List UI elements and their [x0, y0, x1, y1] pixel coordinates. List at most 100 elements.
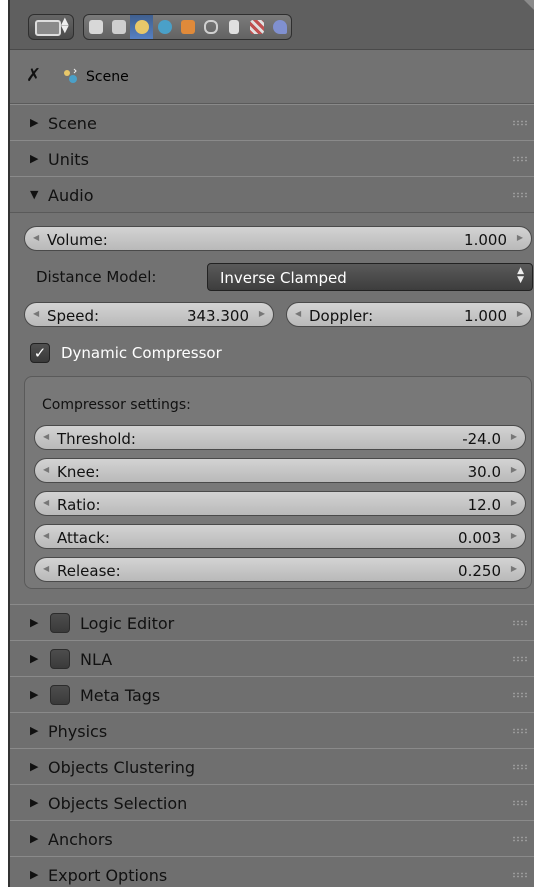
- dropdown-value: Inverse Clamped: [220, 269, 347, 287]
- context-tabs: [83, 14, 292, 40]
- pin-icon[interactable]: ✗: [26, 66, 46, 86]
- dynamic-compressor-checkbox[interactable]: ✓: [30, 343, 50, 363]
- decrement-arrow-icon[interactable]: ◀: [33, 309, 39, 318]
- drag-grip-icon[interactable]: [512, 692, 528, 698]
- speed-field[interactable]: ◀ Speed: 343.300 ▶: [24, 302, 274, 327]
- field-label: Attack:: [57, 529, 110, 547]
- decrement-arrow-icon[interactable]: ◀: [43, 498, 49, 507]
- panel-logic-editor[interactable]: ▶ Logic Editor: [10, 604, 534, 641]
- attack-field[interactable]: ◀ Attack: 0.003 ▶: [34, 524, 526, 549]
- panel-scene[interactable]: ▶ Scene: [10, 104, 534, 141]
- field-label: Ratio:: [57, 496, 101, 514]
- tab-render-layers[interactable]: [107, 15, 130, 39]
- tab-speaker[interactable]: [222, 15, 245, 39]
- increment-arrow-icon[interactable]: ▶: [511, 498, 517, 507]
- drag-grip-icon[interactable]: [512, 192, 528, 198]
- constraints-icon: [203, 20, 218, 34]
- panel-meta-tags[interactable]: ▶ Meta Tags: [10, 676, 534, 713]
- increment-arrow-icon[interactable]: ▶: [517, 233, 523, 242]
- increment-arrow-icon[interactable]: ▶: [511, 531, 517, 540]
- tab-constraints[interactable]: [199, 15, 222, 39]
- release-field[interactable]: ◀ Release: 0.250 ▶: [34, 557, 526, 582]
- panel-units[interactable]: ▶ Units: [10, 140, 534, 177]
- decrement-arrow-icon[interactable]: ◀: [43, 465, 49, 474]
- increment-arrow-icon[interactable]: ▶: [511, 564, 517, 573]
- decrement-arrow-icon[interactable]: ◀: [43, 564, 49, 573]
- increment-arrow-icon[interactable]: ▶: [517, 309, 523, 318]
- panel-label: Physics: [48, 722, 108, 741]
- context-path: ✗ Scene: [10, 50, 534, 104]
- tab-render[interactable]: [84, 15, 107, 39]
- panel-export-options[interactable]: ▶ Export Options: [10, 856, 534, 887]
- brush-icon: [272, 20, 287, 34]
- field-label: Knee:: [57, 463, 100, 481]
- volume-field[interactable]: ◀ Volume: 1.000 ▶: [24, 226, 532, 251]
- collapse-triangle-icon: ▶: [30, 688, 39, 701]
- threshold-field[interactable]: ◀ Threshold: -24.0 ▶: [34, 425, 526, 450]
- updown-arrows-icon: ▲ ▼: [61, 16, 69, 35]
- field-value: 12.0: [467, 496, 501, 514]
- expand-triangle-icon: ▼: [30, 188, 39, 201]
- knee-field[interactable]: ◀ Knee: 30.0 ▶: [34, 458, 526, 483]
- drag-grip-icon[interactable]: [512, 156, 528, 162]
- distance-model-dropdown[interactable]: Inverse Clamped ▲ ▼: [207, 263, 533, 291]
- render-icon: [88, 20, 103, 34]
- field-value: 30.0: [467, 463, 501, 481]
- collapse-triangle-icon: ▶: [30, 724, 39, 737]
- collapse-triangle-icon: ▶: [30, 616, 39, 629]
- panel-audio[interactable]: ▼ Audio: [10, 176, 534, 213]
- drag-grip-icon[interactable]: [512, 656, 528, 662]
- panel-objects-clustering[interactable]: ▶ Objects Clustering: [10, 748, 534, 785]
- panel-objects-selection[interactable]: ▶ Objects Selection: [10, 784, 534, 821]
- drag-grip-icon[interactable]: [512, 120, 528, 126]
- decrement-arrow-icon[interactable]: ◀: [43, 432, 49, 441]
- speaker-icon: [228, 20, 239, 34]
- distance-model-label: Distance Model:: [36, 268, 157, 286]
- tab-object[interactable]: [176, 15, 199, 39]
- panel-enable-checkbox[interactable]: [50, 613, 70, 633]
- field-label: Release:: [57, 562, 121, 580]
- field-value: -24.0: [462, 430, 501, 448]
- world-icon: [157, 20, 172, 34]
- collapse-triangle-icon: ▶: [30, 832, 39, 845]
- area-corner-handle[interactable]: [524, 0, 534, 12]
- decrement-arrow-icon[interactable]: ◀: [33, 233, 39, 242]
- texture-icon: [249, 20, 264, 34]
- tab-scene[interactable]: [130, 15, 153, 39]
- drag-grip-icon[interactable]: [512, 800, 528, 806]
- drag-grip-icon[interactable]: [512, 872, 528, 878]
- field-value: 0.250: [458, 562, 501, 580]
- object-icon: [180, 20, 195, 34]
- ratio-field[interactable]: ◀ Ratio: 12.0 ▶: [34, 491, 526, 516]
- decrement-arrow-icon[interactable]: ◀: [43, 531, 49, 540]
- collapse-triangle-icon: ▶: [30, 652, 39, 665]
- tab-world[interactable]: [153, 15, 176, 39]
- render-layers-icon: [111, 20, 126, 34]
- panel-label: Units: [48, 150, 89, 169]
- collapse-triangle-icon: ▶: [30, 152, 39, 165]
- editor-type-selector[interactable]: ▲ ▼: [28, 14, 74, 40]
- panel-anchors[interactable]: ▶ Anchors: [10, 820, 534, 857]
- drag-grip-icon[interactable]: [512, 728, 528, 734]
- panel-label: Audio: [48, 186, 94, 205]
- drag-grip-icon[interactable]: [512, 836, 528, 842]
- field-label: Volume:: [47, 231, 108, 249]
- collapse-triangle-icon: ▶: [30, 116, 39, 129]
- panel-nla[interactable]: ▶ NLA: [10, 640, 534, 677]
- panel-label: NLA: [80, 650, 113, 669]
- increment-arrow-icon[interactable]: ▶: [259, 309, 265, 318]
- panel-enable-checkbox[interactable]: [50, 685, 70, 705]
- field-label: Doppler:: [309, 307, 374, 325]
- doppler-field[interactable]: ◀ Doppler: 1.000 ▶: [286, 302, 532, 327]
- drag-grip-icon[interactable]: [512, 764, 528, 770]
- panel-label: Objects Clustering: [48, 758, 196, 777]
- panel-enable-checkbox[interactable]: [50, 649, 70, 669]
- tab-brush[interactable]: [268, 15, 291, 39]
- tab-texture[interactable]: [245, 15, 268, 39]
- decrement-arrow-icon[interactable]: ◀: [295, 309, 301, 318]
- collapse-triangle-icon: ▶: [30, 868, 39, 881]
- increment-arrow-icon[interactable]: ▶: [511, 465, 517, 474]
- panel-physics[interactable]: ▶ Physics: [10, 712, 534, 749]
- increment-arrow-icon[interactable]: ▶: [511, 432, 517, 441]
- drag-grip-icon[interactable]: [512, 620, 528, 626]
